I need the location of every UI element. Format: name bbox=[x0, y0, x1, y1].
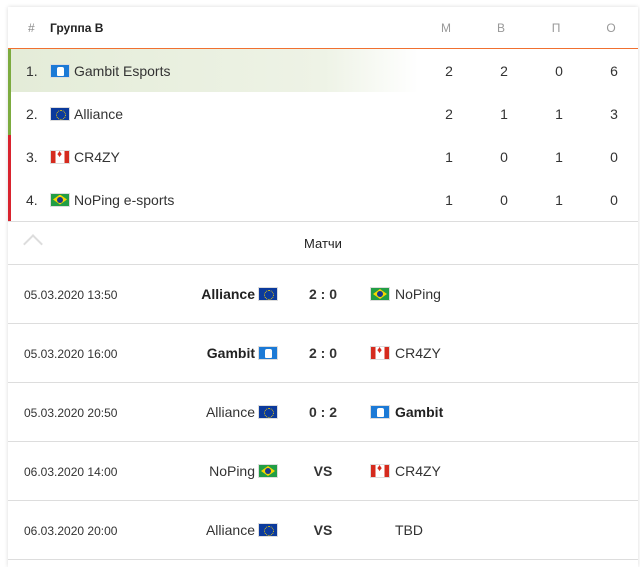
team-stat: 2 bbox=[500, 62, 508, 79]
team-row[interactable]: 4. NoPing e-sports 1 0 1 0 bbox=[8, 178, 638, 221]
away-team[interactable]: Gambit bbox=[395, 404, 443, 420]
ca-flag-icon bbox=[370, 463, 390, 478]
team-stat: 3 bbox=[610, 105, 618, 122]
team-row[interactable]: 3. CR4ZY 1 0 1 0 bbox=[8, 135, 638, 178]
away-team[interactable]: NoPing bbox=[395, 286, 441, 302]
table-header: # Группа B М В П О bbox=[8, 7, 638, 49]
team-name[interactable]: Gambit Esports bbox=[74, 63, 170, 79]
team-stat: 1 bbox=[555, 105, 563, 122]
match-date: 05.03.2020 20:50 bbox=[24, 406, 118, 420]
team-rank: 4. bbox=[26, 191, 38, 208]
team-name[interactable]: CR4ZY bbox=[74, 149, 120, 165]
match-score: 2 : 0 bbox=[308, 345, 337, 361]
team-rank: 2. bbox=[26, 105, 38, 122]
gambit-flag-icon bbox=[258, 346, 278, 360]
team-stat: 0 bbox=[500, 191, 508, 208]
ca-flag-icon bbox=[50, 149, 70, 164]
match-score: VS bbox=[313, 522, 333, 538]
team-name[interactable]: NoPing e-sports bbox=[74, 192, 174, 208]
team-stat: 0 bbox=[500, 148, 508, 165]
rank-header: # bbox=[28, 20, 35, 35]
eu-flag-icon bbox=[50, 106, 70, 121]
matches-header: М bbox=[441, 20, 451, 35]
match-date: 05.03.2020 13:50 bbox=[24, 288, 118, 302]
gambit-flag-icon bbox=[50, 63, 70, 78]
eu-flag-icon bbox=[258, 405, 278, 419]
eu-flag-icon bbox=[258, 287, 278, 301]
match-row[interactable]: 06.03.2020 20:00 Alliance VS TBD bbox=[8, 501, 638, 560]
away-team[interactable]: TBD bbox=[395, 522, 423, 538]
matches-toggle[interactable]: Матчи bbox=[8, 221, 638, 265]
team-stat: 1 bbox=[555, 148, 563, 165]
group-standings-card: # Группа B М В П О 1. Gambit Esports 2 2 0… bbox=[8, 7, 638, 567]
match-date: 05.03.2020 16:00 bbox=[24, 347, 118, 361]
team-stat: 2 bbox=[445, 62, 453, 79]
team-rank: 1. bbox=[26, 62, 38, 79]
match-date: 06.03.2020 20:00 bbox=[24, 524, 118, 538]
team-stat: 0 bbox=[610, 191, 618, 208]
team-name[interactable]: Alliance bbox=[74, 106, 123, 122]
points-header: О bbox=[606, 20, 616, 35]
eu-flag-icon bbox=[258, 523, 278, 537]
match-score: VS bbox=[313, 463, 333, 479]
team-stat: 1 bbox=[445, 148, 453, 165]
match-row[interactable]: 05.03.2020 16:00 Gambit 2 : 0 CR4ZY bbox=[8, 324, 638, 383]
matches-title: Матчи bbox=[304, 235, 342, 251]
team-stat: 0 bbox=[610, 148, 618, 165]
team-stat: 2 bbox=[445, 105, 453, 122]
team-row[interactable]: 1. Gambit Esports 2 2 0 6 bbox=[8, 49, 638, 92]
home-team[interactable]: Alliance bbox=[206, 522, 255, 538]
team-stat: 0 bbox=[555, 62, 563, 79]
br-flag-icon bbox=[370, 287, 390, 301]
losses-header: П bbox=[551, 20, 561, 35]
match-date: 06.03.2020 14:00 bbox=[24, 465, 118, 479]
home-team[interactable]: NoPing bbox=[209, 463, 255, 479]
home-team[interactable]: Gambit bbox=[207, 345, 255, 361]
home-team[interactable]: Alliance bbox=[206, 404, 255, 420]
match-row[interactable]: 05.03.2020 13:50 Alliance 2 : 0 NoPing bbox=[8, 265, 638, 324]
team-stat: 1 bbox=[445, 191, 453, 208]
chevron-up-icon[interactable] bbox=[23, 234, 43, 254]
wins-header: В bbox=[496, 20, 505, 35]
gambit-flag-icon bbox=[370, 405, 390, 419]
team-stat: 6 bbox=[610, 62, 618, 79]
br-flag-icon bbox=[258, 464, 278, 478]
team-rank: 3. bbox=[26, 148, 38, 165]
match-score: 0 : 2 bbox=[308, 404, 337, 420]
ca-flag-icon bbox=[370, 345, 390, 360]
match-row[interactable]: 05.03.2020 20:50 Alliance 0 : 2 Gambit bbox=[8, 383, 638, 442]
away-team[interactable]: CR4ZY bbox=[395, 463, 441, 479]
match-row[interactable]: 06.03.2020 14:00 NoPing VS CR4ZY bbox=[8, 442, 638, 501]
team-row[interactable]: 2. Alliance 2 1 1 3 bbox=[8, 92, 638, 135]
match-score: 2 : 0 bbox=[308, 286, 337, 302]
team-stat: 1 bbox=[555, 191, 563, 208]
br-flag-icon bbox=[50, 192, 70, 207]
home-team[interactable]: Alliance bbox=[201, 286, 255, 302]
team-stat: 1 bbox=[500, 105, 508, 122]
away-team[interactable]: CR4ZY bbox=[395, 345, 441, 361]
